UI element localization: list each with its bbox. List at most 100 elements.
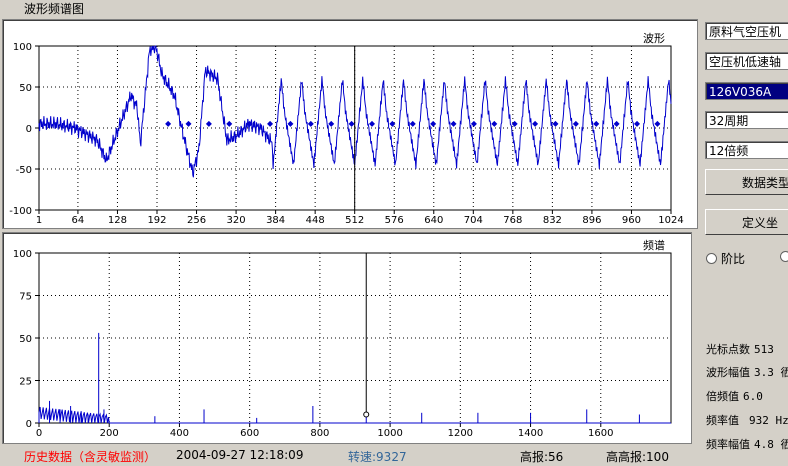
y-tick-label: 50 [19,334,32,345]
waveform-marker [634,120,641,127]
data-type-button[interactable]: 数据类型 [705,169,788,195]
window-titlebar: 波形频谱图 [0,0,788,17]
window-title: 波形频谱图 [24,2,85,16]
define-axis-button[interactable]: 定义坐 [705,209,788,235]
radio-other-icon[interactable] [780,251,788,262]
waveform-marker [470,120,477,127]
y-tick-label: -50 [16,165,32,176]
cursor-points-row: 光标点数 513 [706,341,774,357]
x-tick-label: 1600 [588,428,613,439]
radio-ratio-label: 阶比 [721,252,746,266]
freq-label: 频率值 [706,414,739,427]
x-tick-label: 768 [503,215,522,226]
chart-label: 波形 [643,32,665,45]
waveform-marker [409,120,416,127]
x-tick-label: 320 [227,215,246,226]
status-alarm: 高报:56 [520,450,564,464]
waveform-marker [491,120,498,127]
chart-label: 频谱 [643,238,665,252]
wave-amp-label: 波形幅值 [706,366,750,379]
waveform-plot[interactable]: 1 64 128 192 256 320 384 448 512 576 640 704 768 832 8… [3,20,697,228]
freq-amp-value: 4.8 徆 [754,438,788,451]
waveform-marker [572,120,579,127]
x-tick-label: 576 [385,215,404,226]
multiple-field[interactable]: 12倍频 [705,141,788,159]
waveform-marker [593,120,600,127]
x-tick-label: 600 [240,428,259,439]
y-tick-label: 0 [26,124,32,135]
status-speed: 转速:9327 [348,450,407,464]
waveform-marker [613,120,620,127]
x-tick-label: 1200 [448,428,473,439]
x-tick-label: 704 [464,215,483,226]
x-tick-label: 64 [72,215,85,226]
wave-amp-row: 波形幅值 3.3 徆 [706,364,788,380]
spectrum-trace [38,406,671,424]
multiple-value-label: 倍频值 [706,390,739,403]
spectrum-plot[interactable]: 0 200 400 600 800 1000 1200 1400 1600 100 75 50 25 0 频… [3,233,691,443]
waveform-marker [532,120,539,127]
x-tick-label: 512 [345,215,364,226]
equipment-field[interactable]: 原料气空压机 [705,22,788,40]
x-tick-label: 1400 [518,428,543,439]
y-tick-label: 50 [19,83,32,94]
x-tick-label: 448 [306,215,325,226]
waveform-marker [450,120,457,127]
spectrum-chart[interactable]: 0 200 400 600 800 1000 1200 1400 1600 100 75 50 25 0 频… [2,232,692,444]
cursor-points-label: 光标点数 [706,343,750,356]
freq-value: 932 Hz [749,414,788,427]
x-tick-label: 960 [622,215,641,226]
y-tick-label: 75 [19,292,32,303]
x-tick-label: 1024 [658,215,683,226]
x-tick-label: 200 [100,428,119,439]
waveform-marker [654,120,661,127]
status-datetime: 2004-09-27 12:18:09 [176,448,304,462]
y-tick-label: 100 [13,249,32,260]
radio-ratio[interactable]: 阶比 [706,250,745,267]
freq-amp-row: 频率幅值 4.8 徆 [706,436,788,452]
y-tick-label: 100 [13,42,32,53]
waveform-chart[interactable]: 1 64 128 192 256 320 384 448 512 576 640 704 768 832 8… [2,19,698,229]
multiple-value-value: 6.0 [743,390,763,403]
x-tick-label: 896 [582,215,601,226]
waveform-marker [430,120,437,127]
status-high-alarm: 高高报:100 [606,450,669,464]
x-tick-label: 400 [170,428,189,439]
y-tick-label: -100 [9,206,32,217]
period-field[interactable]: 32周期 [705,111,788,129]
waveform-marker [267,120,274,127]
radio-ratio-icon[interactable] [706,253,717,264]
wave-amp-value: 3.3 徆 [754,366,788,379]
radio-other[interactable] [780,250,788,264]
freq-amp-label: 频率幅值 [706,438,750,451]
waveform-marker [226,120,233,127]
waveform-marker [552,120,559,127]
x-tick-label: 1000 [377,428,402,439]
x-tick-label: 800 [310,428,329,439]
measure-point-field[interactable]: 空压机低速轴 [705,52,788,70]
waveform-marker [205,120,212,127]
waveform-marker [368,120,375,127]
spectrum-cursor-marker [363,411,370,418]
waveform-marker [307,120,314,127]
cursor-points-value: 513 [754,343,774,356]
y-tick-label: 0 [26,419,32,430]
waveform-marker [348,120,355,127]
x-tick-label: 128 [108,215,127,226]
freq-row: 频率值 932 Hz [706,412,788,428]
x-tick-label: 1 [36,215,42,226]
x-tick-label: 384 [266,215,285,226]
x-tick-label: 0 [36,428,42,439]
waveform-marker [328,120,335,127]
waveform-marker [185,120,192,127]
x-tick-label: 832 [543,215,562,226]
waveform-marker [287,120,294,127]
channel-code-field[interactable]: 126V036A [705,82,788,100]
x-tick-label: 640 [424,215,443,226]
y-tick-label: 25 [19,377,32,388]
multiple-value-row: 倍频值 6.0 [706,388,763,404]
status-history: 历史数据（含灵敏监测） [24,450,157,464]
waveform-marker [165,120,172,127]
x-tick-label: 256 [187,215,206,226]
x-tick-label: 192 [147,215,166,226]
